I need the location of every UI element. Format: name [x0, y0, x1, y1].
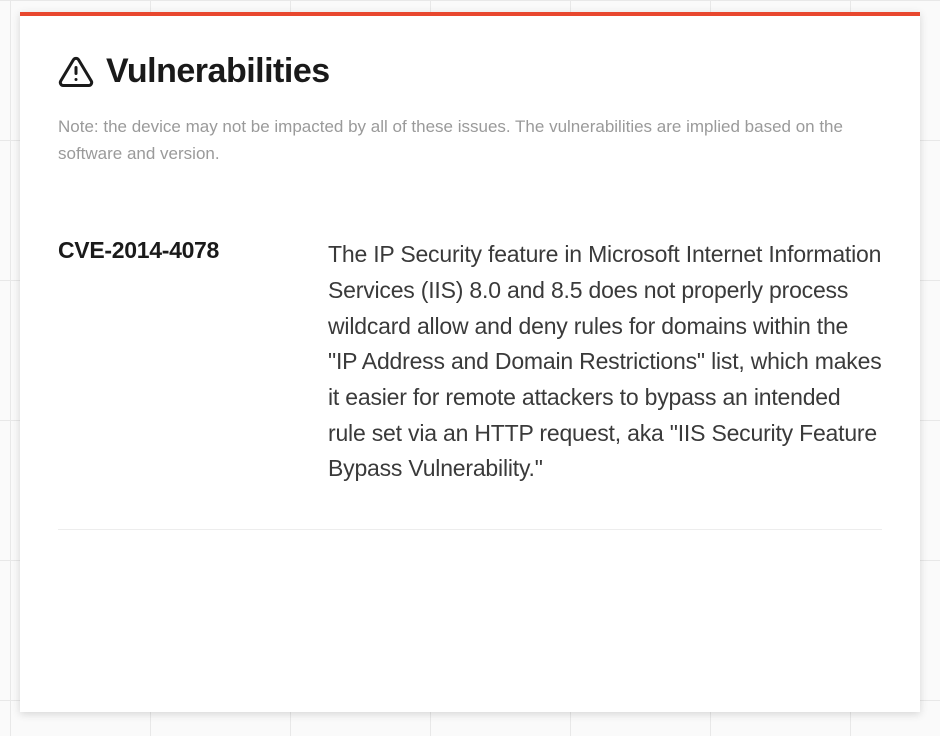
panel-title: Vulnerabilities	[106, 52, 330, 91]
vulnerability-description: The IP Security feature in Microsoft Int…	[328, 237, 882, 486]
panel-note: Note: the device may not be impacted by …	[58, 113, 882, 167]
vulnerability-row: CVE-2014-4078 The IP Security feature in…	[58, 237, 882, 529]
panel-header: Vulnerabilities	[58, 52, 882, 91]
warning-triangle-icon	[58, 54, 94, 90]
vulnerabilities-panel: Vulnerabilities Note: the device may not…	[20, 12, 920, 712]
vulnerability-id[interactable]: CVE-2014-4078	[58, 237, 288, 486]
